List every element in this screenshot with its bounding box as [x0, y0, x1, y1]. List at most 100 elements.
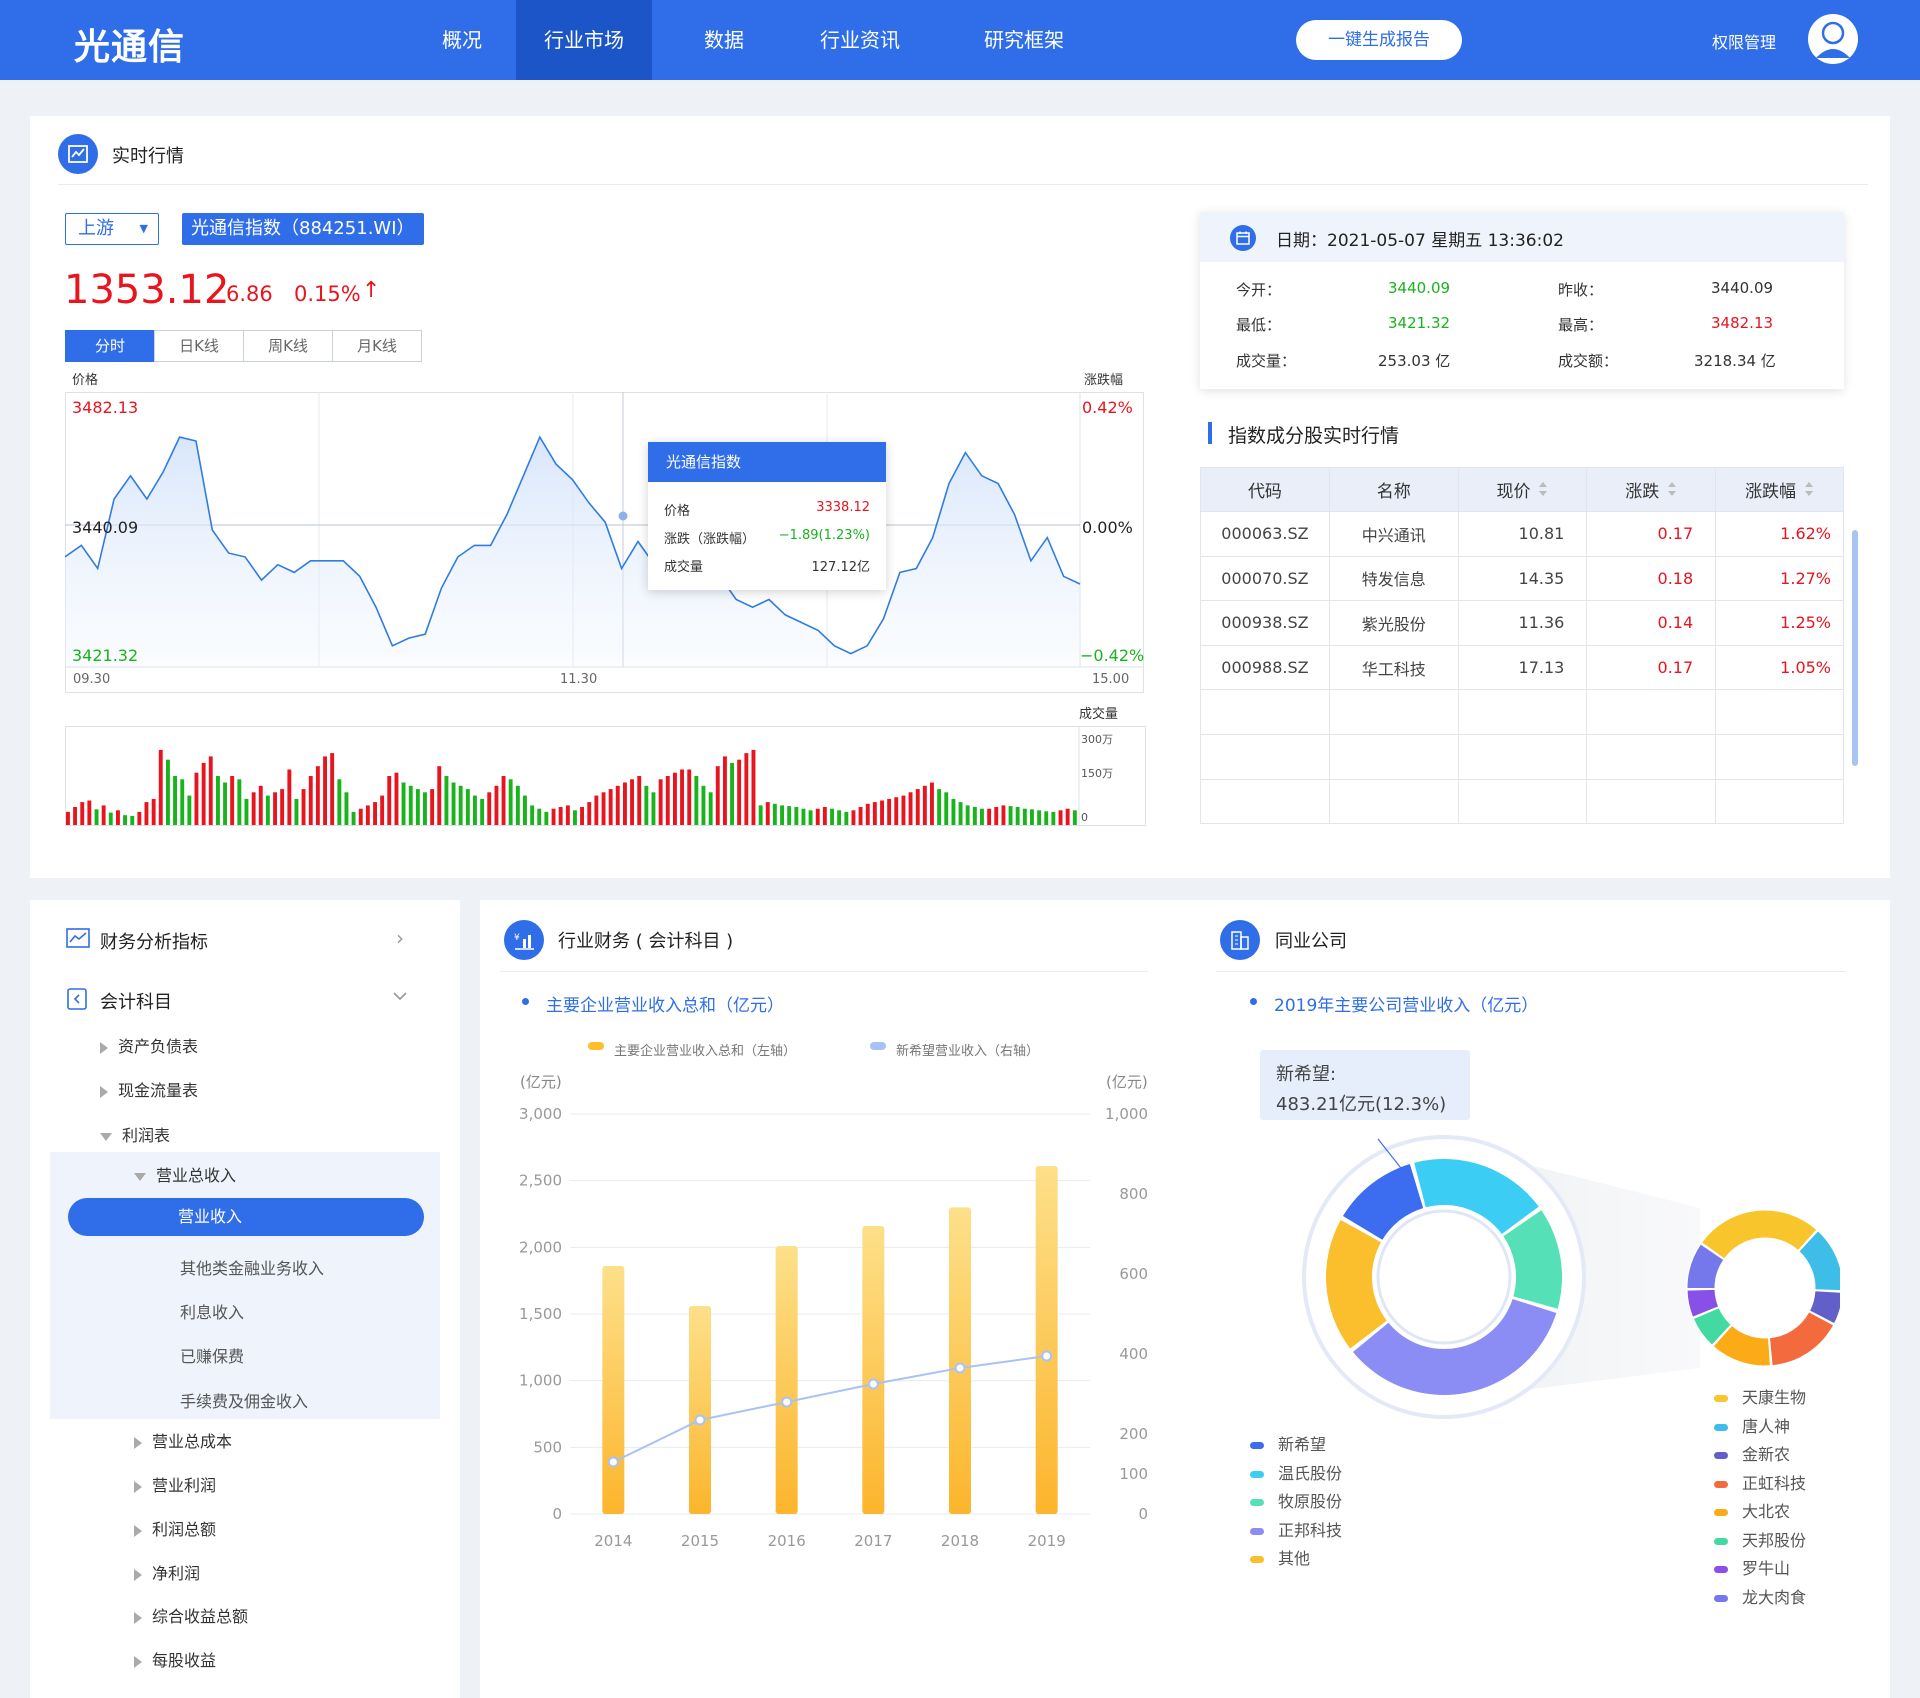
nav-research-framework[interactable]: 研究框架: [964, 0, 1084, 80]
stream-select[interactable]: 上游 ▼: [65, 213, 159, 245]
cell-change: 0.17: [1586, 511, 1717, 557]
app-logo[interactable]: 光通信: [74, 18, 185, 70]
legend-item-wenshi[interactable]: 温氏股份: [1250, 1460, 1342, 1489]
cell-change: 0.14: [1586, 600, 1717, 646]
volume-bar: [294, 798, 299, 825]
tree-item-cash-flow[interactable]: 现金流量表: [100, 1077, 198, 1101]
volume-bar: [108, 812, 113, 825]
tree-item-commission-income[interactable]: 手续费及佣金收入: [180, 1388, 308, 1412]
quote-turnover-val: 3218.34 亿: [1694, 352, 1776, 370]
permission-management-link[interactable]: 权限管理: [1712, 29, 1776, 53]
finance-left-ticks: 0 500 1,000 1,500 2,000 2,500 3,000: [519, 1105, 562, 1523]
revenue-bar: [775, 1246, 798, 1514]
xinxiwang-point: [954, 1362, 966, 1374]
chevron-down-icon[interactable]: [392, 988, 408, 1008]
tree-item-earned-premium[interactable]: 已赚保费: [180, 1343, 244, 1367]
volume-bar: [894, 797, 899, 825]
caret-right-icon: [134, 1611, 142, 1624]
volume-bar: [680, 769, 684, 825]
tab-monthly-k[interactable]: 月K线: [332, 330, 422, 362]
nav-industry-news[interactable]: 行业资讯: [800, 0, 920, 80]
volume-bar: [844, 811, 849, 825]
pie-slice[interactable]: [1768, 1311, 1835, 1367]
volume-bar: [922, 785, 927, 825]
caret-down-icon: [134, 1172, 146, 1181]
legend-swatch: [1714, 1566, 1728, 1573]
legend-item-dabeinong[interactable]: 大北农: [1714, 1498, 1806, 1527]
chevron-right-icon[interactable]: ›: [396, 926, 404, 950]
left-tick-label: 500: [533, 1438, 562, 1456]
tree-item-total-cost[interactable]: 营业总成本: [134, 1428, 232, 1452]
tree-item-income-statement[interactable]: 利润表: [100, 1122, 170, 1146]
tree-item-total-revenue[interactable]: 营业总收入: [134, 1162, 236, 1186]
tree-item-interest-income[interactable]: 利息收入: [180, 1299, 244, 1323]
sort-icon[interactable]: [1667, 481, 1677, 502]
svg-text:¥: ¥: [514, 933, 520, 943]
tree-item-eps[interactable]: 每股收益: [134, 1647, 216, 1671]
cell-code: 000063.SZ: [1200, 511, 1330, 557]
tree-item-operating-profit[interactable]: 营业利润: [134, 1472, 216, 1496]
col-change-pct[interactable]: 涨跌幅: [1715, 467, 1844, 512]
legend-swatch: [1714, 1395, 1728, 1402]
legend-item-luoniushan[interactable]: 罗牛山: [1714, 1555, 1806, 1584]
tree-item-other-financial-income[interactable]: 其他类金融业务收入: [180, 1255, 324, 1279]
legend-line-label[interactable]: 新希望营业收入（右轴）: [896, 1040, 1039, 1059]
legend-label: 正虹科技: [1742, 1473, 1807, 1493]
tree-item-net-profit[interactable]: 净利润: [134, 1560, 200, 1584]
user-avatar[interactable]: [1808, 14, 1858, 64]
nav-industry-market[interactable]: 行业市场: [516, 0, 652, 80]
table-scrollbar[interactable]: [1852, 530, 1858, 766]
volume-bar: [437, 766, 442, 825]
legend-item-zhenghong[interactable]: 正虹科技: [1714, 1470, 1806, 1499]
volume-bar: [337, 779, 342, 825]
volume-bar: [758, 805, 763, 825]
volume-bar: [458, 785, 463, 825]
col-price[interactable]: 现价: [1457, 467, 1588, 512]
legend-item-xinxiwang[interactable]: 新希望: [1250, 1431, 1342, 1460]
caret-right-icon: [134, 1655, 142, 1668]
volume-bar: [651, 792, 656, 825]
volume-bar: [1022, 808, 1027, 825]
table-row[interactable]: 000063.SZ 中兴通讯 10.81 0.17 1.62%: [1200, 511, 1844, 557]
legend-item-tiankang[interactable]: 天康生物: [1714, 1384, 1806, 1413]
intraday-chart[interactable]: [65, 392, 1145, 694]
legend-item-jinxinnong[interactable]: 金新农: [1714, 1441, 1806, 1470]
left-tick-label: 0: [552, 1505, 562, 1523]
cell-change-pct: 1.25%: [1715, 600, 1844, 646]
legend-item-muyuan[interactable]: 牧原股份: [1250, 1488, 1342, 1517]
legend-bar-label[interactable]: 主要企业营业收入总和（左轴）: [614, 1040, 796, 1059]
legend-item-longda[interactable]: 龙大肉食: [1714, 1584, 1806, 1613]
price-axis-label: 价格: [72, 373, 99, 388]
sort-icon[interactable]: [1804, 481, 1814, 502]
caret-right-icon: [134, 1480, 142, 1493]
nav-overview[interactable]: 概况: [402, 0, 522, 80]
legend-item-tianbang[interactable]: 天邦股份: [1714, 1527, 1806, 1556]
volume-bar: [487, 792, 492, 825]
tree-item-label: 每股收益: [152, 1651, 217, 1670]
left-tick-label: 2,000: [519, 1238, 562, 1256]
legend-item-zhengbang[interactable]: 正邦科技: [1250, 1517, 1342, 1546]
tree-item-comprehensive-income[interactable]: 综合收益总额: [134, 1603, 248, 1627]
section-accounting-subjects[interactable]: 会计科目: [100, 988, 172, 1014]
tree-item-operating-revenue[interactable]: 营业收入: [68, 1198, 424, 1236]
tab-intraday[interactable]: 分时: [65, 330, 155, 362]
sort-icon[interactable]: [1538, 481, 1548, 502]
section-financial-indicators[interactable]: 财务分析指标: [100, 928, 208, 954]
table-row[interactable]: 000988.SZ 华工科技 17.13 0.17 1.05%: [1200, 644, 1844, 691]
table-row[interactable]: 000938.SZ 紫光股份 11.36 0.14 1.25%: [1200, 600, 1844, 646]
nav-data[interactable]: 数据: [664, 0, 784, 80]
tab-daily-k[interactable]: 日K线: [154, 330, 244, 362]
tree-item-total-profit[interactable]: 利润总额: [134, 1516, 216, 1540]
col-change[interactable]: 涨跌: [1586, 467, 1717, 512]
index-change-pct: 0.15%: [294, 282, 361, 306]
table-row[interactable]: 000070.SZ 特发信息 14.35 0.18 1.27%: [1200, 555, 1844, 602]
tree-item-balance-sheet[interactable]: 资产负债表: [100, 1033, 198, 1057]
legend-item-tangrenshen[interactable]: 唐人神: [1714, 1413, 1806, 1442]
tab-weekly-k[interactable]: 周K线: [243, 330, 333, 362]
volume-bar: [908, 792, 913, 825]
tree-item-label: 现金流量表: [118, 1081, 199, 1100]
generate-report-button[interactable]: 一键生成报告: [1296, 20, 1462, 60]
legend-item-others[interactable]: 其他: [1250, 1545, 1342, 1574]
finance-chart[interactable]: 0 500 1,000 1,500 2,000 2,500 3,000 0 100 200 400…: [500, 1096, 1160, 1556]
volume-bar: [73, 807, 77, 825]
